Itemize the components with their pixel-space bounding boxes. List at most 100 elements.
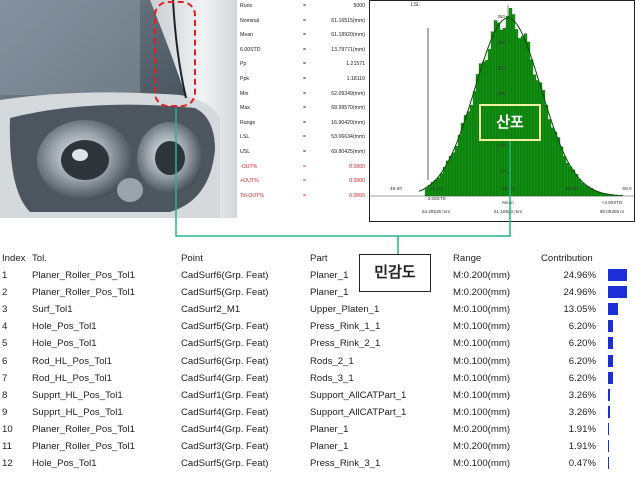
cell-tol: Supprt_HL_Pos_Tol1 bbox=[32, 389, 123, 401]
table-row[interactable]: 1 Planer_Roller_Pos_Tol1 CadSurf6(Grp. Fea… bbox=[0, 267, 635, 284]
table-row[interactable]: 9 Supprt_HL_Pos_Tol1 CadSurf4(Grp. Feat) Su… bbox=[0, 404, 635, 421]
table-row[interactable]: 10 Planer_Roller_Pos_Tol1 CadSurf4(Grp. Fe… bbox=[0, 421, 635, 438]
spread-annotation: 산포 bbox=[479, 104, 541, 141]
table-row[interactable]: 4 Hole_Pos_Tol1 CadSurf5(Grp. Feat) Press_R… bbox=[0, 318, 635, 335]
cell-range: M:0.100(mm) bbox=[453, 458, 511, 470]
header-tol[interactable]: Tol. bbox=[32, 253, 47, 264]
contribution-bar bbox=[608, 303, 618, 316]
cell-index: 4 bbox=[2, 321, 8, 333]
contribution-bar bbox=[608, 405, 611, 418]
cell-range: M:0.100(mm) bbox=[453, 372, 511, 384]
cell-point: CadSurf1(Grp. Feat) bbox=[181, 389, 269, 401]
header-range[interactable]: Range bbox=[453, 253, 481, 264]
cell-range: M:0.100(mm) bbox=[453, 389, 511, 401]
cell-range: M:0.200(mm) bbox=[453, 423, 511, 435]
cell-part: Rods_2_1 bbox=[310, 355, 354, 367]
cell-tol: Rod_HL_Pos_Tol1 bbox=[32, 372, 113, 384]
cell-contribution: 6.20% bbox=[568, 321, 596, 333]
cell-tol: Planer_Roller_Pos_Tol1 bbox=[32, 441, 135, 452]
table-row[interactable]: 5 Hole_Pos_Tol1 CadSurf5(Grp. Feat) Press_R… bbox=[0, 335, 635, 352]
table-row[interactable]: 3 Surf_Tol1 CadSurf2_M1 Upper_Platen_1 M:0.1… bbox=[0, 301, 635, 318]
cell-tol: Supprt_HL_Pos_Tol1 bbox=[32, 406, 123, 418]
cell-point: CadSurf4(Grp. Feat) bbox=[181, 423, 269, 435]
cell-index: 5 bbox=[2, 338, 8, 350]
sensitivity-annotation: 민감도 bbox=[359, 254, 431, 292]
header-contribution[interactable]: Contribution bbox=[541, 253, 593, 264]
cell-part: Planer_1 bbox=[310, 287, 349, 299]
cell-part: Planer_1 bbox=[310, 441, 349, 452]
cell-contribution: 6.20% bbox=[568, 338, 596, 350]
table-row[interactable]: 11 Planer_Roller_Pos_Tol1 CadSurf3(Grp. Fe… bbox=[0, 438, 635, 455]
contribution-bar bbox=[608, 354, 613, 367]
table-row[interactable]: 6 Rod_HL_Pos_Tol1 CadSurf6(Grp. Feat) Rods_… bbox=[0, 353, 635, 370]
cell-tol: Rod_HL_Pos_Tol1 bbox=[32, 355, 113, 367]
table-row[interactable]: 7 Rod_HL_Pos_Tol1 CadSurf4(Grp. Feat) Rods_… bbox=[0, 370, 635, 387]
table-row[interactable]: 2 Planer_Roller_Pos_Tol1 CadSurf5(Grp. Fea… bbox=[0, 284, 635, 301]
cell-part: Support_AllCATPart_1 bbox=[310, 406, 407, 418]
cell-point: CadSurf5(Grp. Feat) bbox=[181, 287, 269, 299]
cell-tol: Planer_Roller_Pos_Tol1 bbox=[32, 423, 135, 435]
contribution-bar bbox=[608, 269, 627, 281]
cell-range: M:0.100(mm) bbox=[453, 338, 511, 350]
cell-point: CadSurf4(Grp. Feat) bbox=[181, 372, 269, 384]
cell-index: 8 bbox=[2, 389, 8, 401]
cell-part: Press_Rink_2_1 bbox=[310, 338, 381, 350]
cell-tol: Hole_Pos_Tol1 bbox=[32, 458, 97, 470]
contribution-bar bbox=[608, 286, 627, 299]
cell-part: Support_AllCATPart_1 bbox=[310, 389, 407, 401]
cell-part: Upper_Platen_1 bbox=[310, 304, 380, 316]
cell-tol: Hole_Pos_Tol1 bbox=[32, 321, 97, 333]
cell-index: 12 bbox=[2, 458, 13, 470]
contribution-bar bbox=[608, 457, 609, 470]
cell-point: CadSurf2_M1 bbox=[181, 304, 241, 316]
contribution-bar bbox=[608, 371, 613, 384]
cell-part: Press_Rink_3_1 bbox=[310, 458, 381, 470]
cell-index: 10 bbox=[2, 423, 13, 435]
contribution-bar bbox=[608, 388, 611, 401]
header-point[interactable]: Point bbox=[181, 253, 203, 264]
cell-point: CadSurf4(Grp. Feat) bbox=[181, 406, 269, 418]
cell-range: M:0.200(mm) bbox=[453, 287, 511, 299]
contribution-table: Index Tol. Point Part Range Contribution… bbox=[0, 248, 635, 478]
cell-contribution: 6.20% bbox=[568, 355, 596, 367]
cell-range: M:0.100(mm) bbox=[453, 304, 511, 316]
table-row[interactable]: 12 Hole_Pos_Tol1 CadSurf5(Grp. Feat) Press_… bbox=[0, 455, 635, 472]
cell-range: M:0.100(mm) bbox=[453, 355, 511, 367]
contribution-bar bbox=[608, 320, 613, 333]
cell-contribution: 13.05% bbox=[563, 304, 596, 316]
contribution-bar bbox=[608, 422, 610, 435]
cell-contribution: 0.47% bbox=[568, 458, 596, 470]
cell-index: 6 bbox=[2, 355, 8, 367]
contribution-bar bbox=[608, 440, 610, 452]
cell-point: CadSurf5(Grp. Feat) bbox=[181, 321, 269, 333]
cell-point: CadSurf5(Grp. Feat) bbox=[181, 338, 269, 350]
cell-range: M:0.100(mm) bbox=[453, 321, 511, 333]
cell-tol: Planer_Roller_Pos_Tol1 bbox=[32, 287, 135, 299]
header-part[interactable]: Part bbox=[310, 253, 328, 264]
cell-point: CadSurf6(Grp. Feat) bbox=[181, 355, 269, 367]
cell-contribution: 3.26% bbox=[568, 406, 596, 418]
photo-to-sensitivity-connector bbox=[175, 108, 399, 254]
cell-index: 11 bbox=[2, 441, 12, 452]
cell-part: Planer_1 bbox=[310, 423, 349, 435]
cell-point: CadSurf6(Grp. Feat) bbox=[181, 270, 269, 281]
cell-contribution: 1.91% bbox=[568, 423, 596, 435]
cell-range: M:0.200(mm) bbox=[453, 441, 511, 452]
cell-range: M:0.100(mm) bbox=[453, 406, 511, 418]
cell-contribution: 24.96% bbox=[563, 270, 596, 281]
contribution-bar bbox=[608, 337, 613, 350]
cell-part: Rods_3_1 bbox=[310, 372, 354, 384]
cell-tol: Planer_Roller_Pos_Tol1 bbox=[32, 270, 135, 281]
cell-contribution: 24.96% bbox=[563, 287, 596, 299]
cell-contribution: 6.20% bbox=[568, 372, 596, 384]
cell-index: 3 bbox=[2, 304, 8, 316]
cell-index: 7 bbox=[2, 372, 8, 384]
cell-index: 9 bbox=[2, 406, 8, 418]
cell-point: CadSurf5(Grp. Feat) bbox=[181, 458, 269, 470]
cell-contribution: 1.91% bbox=[568, 441, 596, 452]
cell-tol: Surf_Tol1 bbox=[32, 304, 73, 316]
cell-part: Planer_1 bbox=[310, 270, 349, 281]
header-index[interactable]: Index bbox=[2, 253, 25, 264]
cell-tol: Hole_Pos_Tol1 bbox=[32, 338, 97, 350]
table-row[interactable]: 8 Supprt_HL_Pos_Tol1 CadSurf1(Grp. Feat) Su… bbox=[0, 387, 635, 404]
